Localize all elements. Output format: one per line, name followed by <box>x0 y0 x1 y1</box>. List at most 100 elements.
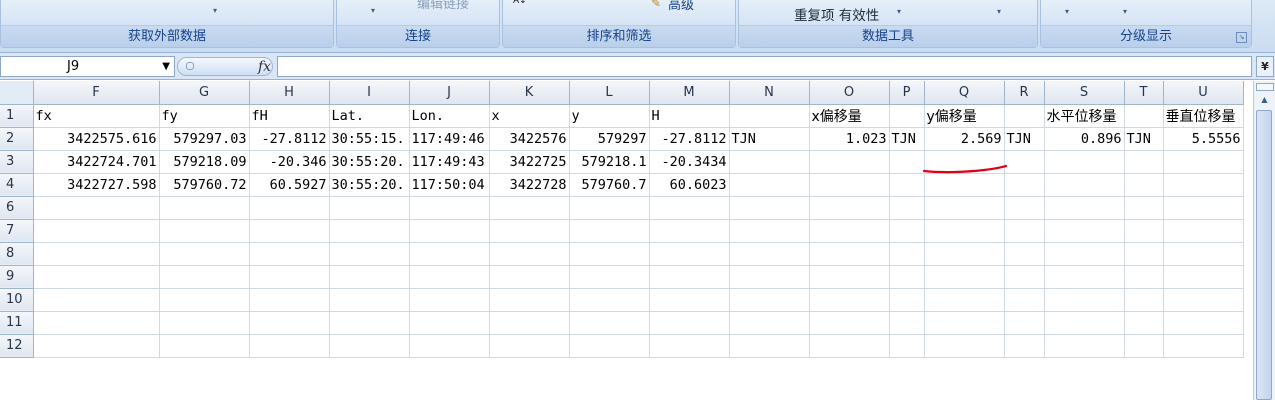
cell-h9[interactable] <box>249 265 330 289</box>
cell-n6[interactable] <box>729 196 810 220</box>
cell-m2[interactable]: -27.8112 <box>649 127 730 151</box>
dropdown-arrow-icon[interactable]: ▾ <box>371 6 375 15</box>
expand-formula-bar-button[interactable]: ¥ <box>1256 56 1274 77</box>
cell-k6[interactable] <box>489 196 570 220</box>
cell-j11[interactable] <box>409 311 490 335</box>
cell-m12[interactable] <box>649 334 730 358</box>
cell-p11[interactable] <box>889 311 925 335</box>
cell-o10[interactable] <box>809 288 890 312</box>
cell-m7[interactable] <box>649 219 730 243</box>
cell-q11[interactable] <box>924 311 1005 335</box>
vertical-scrollbar[interactable]: ▲ <box>1253 81 1275 400</box>
cell-o3[interactable] <box>809 150 890 174</box>
select-all-corner[interactable] <box>0 81 34 105</box>
scrollbar-thumb[interactable] <box>1256 110 1272 400</box>
cell-f4[interactable]: 3422727.598 <box>33 173 160 197</box>
cell-k10[interactable] <box>489 288 570 312</box>
cell-s12[interactable] <box>1044 334 1125 358</box>
row-header[interactable]: 9 <box>0 265 34 289</box>
cell-i2[interactable]: 30:55:15. <box>329 127 410 151</box>
cell-i10[interactable] <box>329 288 410 312</box>
cell-n9[interactable] <box>729 265 810 289</box>
cell-r12[interactable] <box>1004 334 1045 358</box>
name-box[interactable]: J9 ▼ <box>0 56 175 77</box>
cell-r7[interactable] <box>1004 219 1045 243</box>
cell-n4[interactable] <box>729 173 810 197</box>
cell-h6[interactable] <box>249 196 330 220</box>
cell-p8[interactable] <box>889 242 925 266</box>
row-header[interactable]: 8 <box>0 242 34 266</box>
cell-l9[interactable] <box>569 265 650 289</box>
cell-o7[interactable] <box>809 219 890 243</box>
cell-l6[interactable] <box>569 196 650 220</box>
cell-t12[interactable] <box>1124 334 1164 358</box>
cell-f2[interactable]: 3422575.616 <box>33 127 160 151</box>
cell-o8[interactable] <box>809 242 890 266</box>
cell-s3[interactable] <box>1044 150 1125 174</box>
cell-m1[interactable]: H <box>649 104 730 128</box>
dialog-launcher-icon[interactable]: ↘ <box>1236 32 1247 43</box>
cell-q12[interactable] <box>924 334 1005 358</box>
cell-i7[interactable] <box>329 219 410 243</box>
cell-i11[interactable] <box>329 311 410 335</box>
cell-i8[interactable] <box>329 242 410 266</box>
cell-p4[interactable] <box>889 173 925 197</box>
cell-i12[interactable] <box>329 334 410 358</box>
edit-links-button[interactable]: 编辑链接 <box>417 0 469 12</box>
cell-u11[interactable] <box>1163 311 1244 335</box>
cell-f3[interactable]: 3422724.701 <box>33 150 160 174</box>
cell-h4[interactable]: 60.5927 <box>249 173 330 197</box>
cell-n3[interactable] <box>729 150 810 174</box>
cell-u6[interactable] <box>1163 196 1244 220</box>
cell-m8[interactable] <box>649 242 730 266</box>
cell-l11[interactable] <box>569 311 650 335</box>
row-header[interactable]: 11 <box>0 311 34 335</box>
cell-j3[interactable]: 117:49:43 <box>409 150 490 174</box>
cell-f8[interactable] <box>33 242 160 266</box>
cell-m11[interactable] <box>649 311 730 335</box>
cell-g3[interactable]: 579218.09 <box>159 150 250 174</box>
cell-g7[interactable] <box>159 219 250 243</box>
cell-p2[interactable]: TJN <box>889 127 925 151</box>
cell-o1[interactable]: x偏移量 <box>809 104 890 128</box>
cell-g12[interactable] <box>159 334 250 358</box>
cell-g4[interactable]: 579760.72 <box>159 173 250 197</box>
cell-k4[interactable]: 3422728 <box>489 173 570 197</box>
cell-j4[interactable]: 117:50:04 <box>409 173 490 197</box>
cell-u9[interactable] <box>1163 265 1244 289</box>
cell-r11[interactable] <box>1004 311 1045 335</box>
cell-h1[interactable]: fH <box>249 104 330 128</box>
row-header[interactable]: 2 <box>0 127 34 151</box>
cell-t4[interactable] <box>1124 173 1164 197</box>
cell-r9[interactable] <box>1004 265 1045 289</box>
cell-s8[interactable] <box>1044 242 1125 266</box>
cell-o6[interactable] <box>809 196 890 220</box>
cell-m3[interactable]: -20.3434 <box>649 150 730 174</box>
cell-n2[interactable]: TJN <box>729 127 810 151</box>
cell-t6[interactable] <box>1124 196 1164 220</box>
cell-j10[interactable] <box>409 288 490 312</box>
cell-o12[interactable] <box>809 334 890 358</box>
cell-o11[interactable] <box>809 311 890 335</box>
cell-s10[interactable] <box>1044 288 1125 312</box>
cell-h11[interactable] <box>249 311 330 335</box>
cell-k1[interactable]: x <box>489 104 570 128</box>
cell-p6[interactable] <box>889 196 925 220</box>
formula-input[interactable] <box>277 56 1252 77</box>
cell-o9[interactable] <box>809 265 890 289</box>
column-header-j[interactable]: J <box>409 81 490 105</box>
cell-u2[interactable]: 5.5556 <box>1163 127 1244 151</box>
cell-t7[interactable] <box>1124 219 1164 243</box>
cell-n8[interactable] <box>729 242 810 266</box>
cell-f1[interactable]: fx <box>33 104 160 128</box>
cell-f7[interactable] <box>33 219 160 243</box>
remove-duplicates-validation-button[interactable]: 重复项 有效性 <box>794 4 879 24</box>
row-header[interactable]: 4 <box>0 173 34 197</box>
cell-p3[interactable] <box>889 150 925 174</box>
cell-u7[interactable] <box>1163 219 1244 243</box>
cell-q7[interactable] <box>924 219 1005 243</box>
cell-m9[interactable] <box>649 265 730 289</box>
column-header-r[interactable]: R <box>1004 81 1045 105</box>
cell-o2[interactable]: 1.023 <box>809 127 890 151</box>
row-header[interactable]: 3 <box>0 150 34 174</box>
